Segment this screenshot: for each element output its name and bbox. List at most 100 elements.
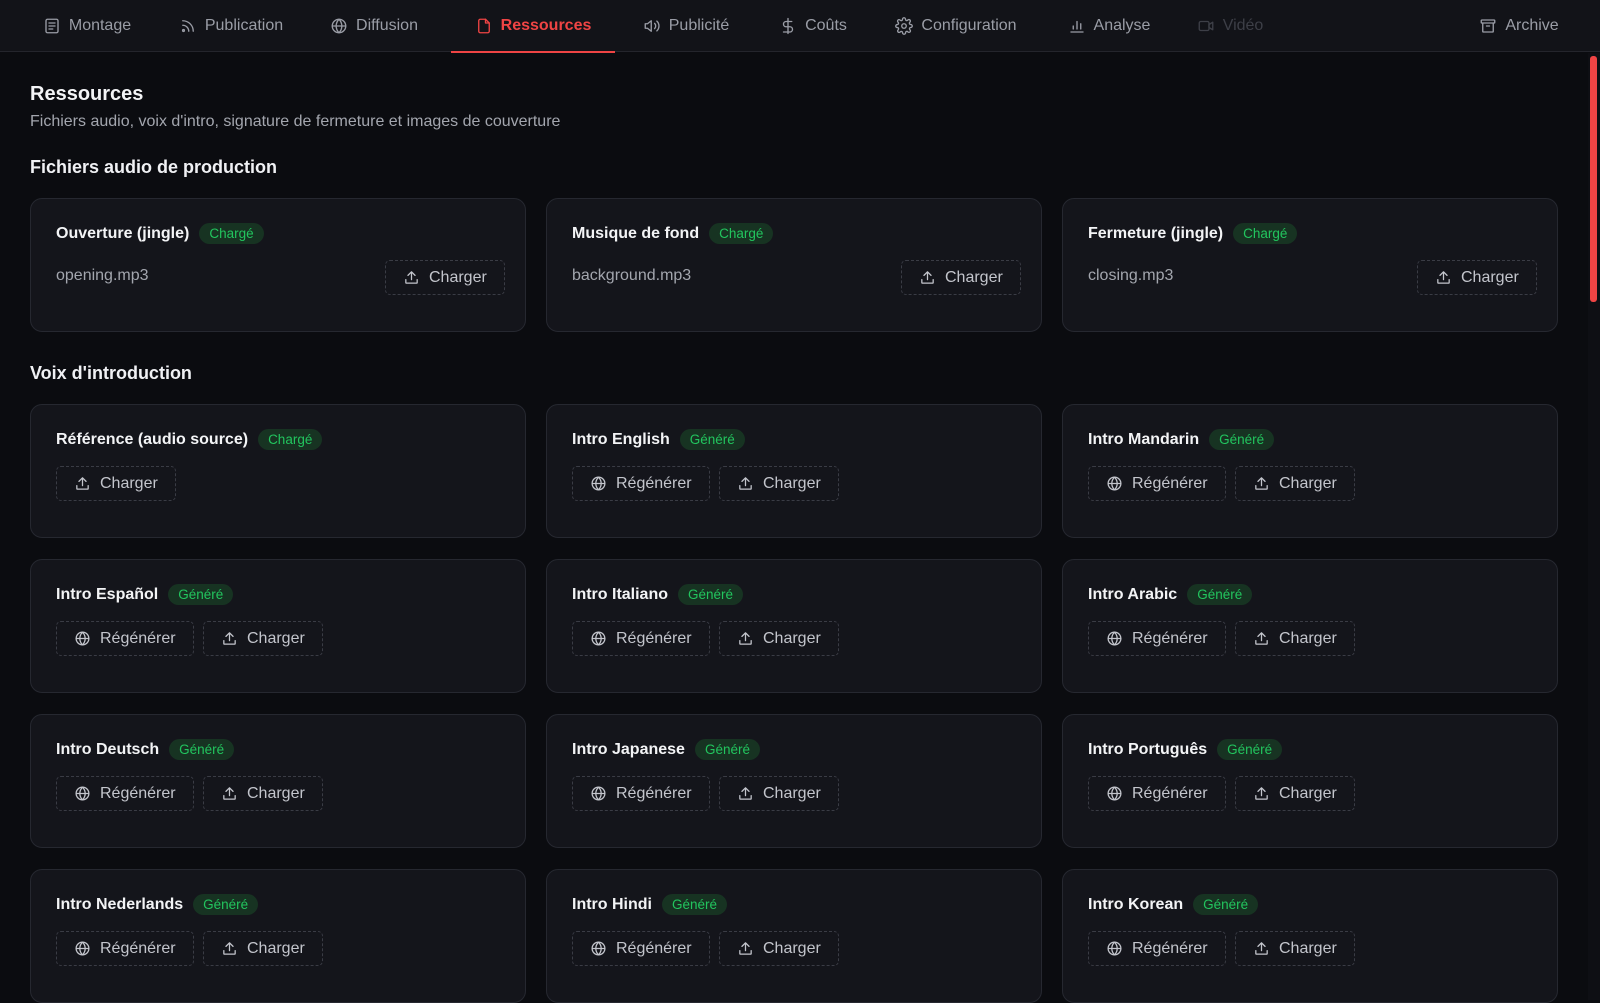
regenerate-button[interactable]: Régénérer [1088,776,1226,811]
button-label: Régénérer [100,629,176,647]
card-title: Intro Hindi [572,895,652,913]
upload-button[interactable]: Charger [1235,776,1355,811]
upload-button[interactable]: Charger [719,776,839,811]
upload-button[interactable]: Charger [719,931,839,966]
tab-label: Coûts [805,17,847,34]
card-header: Ouverture (jingle) Chargé [56,223,264,244]
globe-icon [1106,630,1123,647]
scrollbar-thumb[interactable] [1590,56,1597,302]
upload-button[interactable]: Charger [901,260,1021,295]
section-title-intros: Voix d'introduction [30,363,192,383]
globe-icon [1106,475,1123,492]
upload-icon [403,269,420,286]
page-subtitle: Fichiers audio, voix d'intro, signature … [30,113,561,130]
upload-button[interactable]: Charger [203,776,323,811]
intro-card: Intro Deutsch Généré Régénérer Charger [30,714,526,848]
card-title: Intro Italiano [572,585,668,603]
intro-card: Intro Nederlands Généré Régénérer Charger [30,869,526,1003]
intro-card: Intro Korean Généré Régénérer Charger [1062,869,1558,1003]
button-label: Régénérer [616,784,692,802]
status-badge: Généré [168,584,234,605]
tab-analyse[interactable]: Analyse [1066,0,1152,52]
tab-couts[interactable]: Coûts [778,0,848,52]
card-header: Intro Italiano Généré [572,584,744,605]
button-label: Charger [1279,474,1337,492]
button-label: Charger [1461,268,1519,286]
status-badge: Chargé [1233,223,1298,244]
tab-montage[interactable]: Montage [42,0,132,52]
intro-card: Intro Hindi Généré Régénérer Charger [546,869,1042,1003]
tab-publicite[interactable]: Publicité [640,0,732,52]
intro-card-reference: Référence (audio source) Chargé Charger [30,404,526,538]
button-label: Régénérer [1132,784,1208,802]
regenerate-button[interactable]: Régénérer [56,931,194,966]
tab-publication[interactable]: Publication [178,0,284,52]
button-label: Régénérer [1132,939,1208,957]
intro-card: Intro Mandarin Généré Régénérer Charger [1062,404,1558,538]
tab-diffusion[interactable]: Diffusion [328,0,420,52]
tab-configuration[interactable]: Configuration [892,0,1020,52]
globe-icon [590,940,607,957]
status-badge: Généré [1187,584,1253,605]
globe-icon [590,785,607,802]
card-header: Intro English Généré [572,429,745,450]
globe-icon [590,630,607,647]
regenerate-button[interactable]: Régénérer [1088,621,1226,656]
regenerate-button[interactable]: Régénérer [1088,931,1226,966]
card-header: Intro Japanese Généré [572,739,760,760]
card-header: Intro Korean Généré [1088,894,1259,915]
regenerate-button[interactable]: Régénérer [572,776,710,811]
button-label: Régénérer [1132,474,1208,492]
status-badge: Chargé [709,223,774,244]
card-title: Fermeture (jingle) [1088,224,1224,242]
upload-button[interactable]: Charger [203,931,323,966]
card-title: Intro Español [56,585,159,603]
asset-card-opening: Ouverture (jingle) Chargé opening.mp3 Ch… [30,198,526,332]
intro-card: Intro English Généré Régénérer Charger [546,404,1042,538]
card-title: Intro English [572,430,670,448]
tab-label: Ressources [500,17,592,34]
globe-icon [1106,785,1123,802]
button-label: Régénérer [1132,629,1208,647]
status-badge: Chargé [199,223,264,244]
archive-button[interactable]: Archive [1478,0,1560,52]
card-title: Intro Mandarin [1088,430,1200,448]
button-label: Charger [763,474,821,492]
button-label: Charger [100,474,158,492]
upload-button[interactable]: Charger [1417,260,1537,295]
globe-icon [1106,940,1123,957]
upload-button[interactable]: Charger [203,621,323,656]
dollar-icon [782,17,794,35]
intro-card: Intro Português Généré Régénérer Charger [1062,714,1558,848]
regenerate-button[interactable]: Régénérer [56,621,194,656]
file-name: opening.mp3 [56,267,149,284]
intro-card: Intro Español Généré Régénérer Charger [30,559,526,693]
regenerate-button[interactable]: Régénérer [56,776,194,811]
tab-label: Vidéo [1222,17,1264,34]
upload-button[interactable]: Charger [1235,466,1355,501]
tab-label: Analyse [1093,17,1151,34]
upload-button[interactable]: Charger [719,466,839,501]
tab-ressources[interactable]: Ressources [451,0,615,53]
upload-button[interactable]: Charger [56,466,176,501]
status-badge: Généré [193,894,259,915]
upload-button[interactable]: Charger [1235,621,1355,656]
tab-label: Publication [204,17,284,34]
upload-icon [737,940,754,957]
upload-button[interactable]: Charger [719,621,839,656]
card-header: Intro Mandarin Généré [1088,429,1275,450]
button-label: Charger [1279,939,1337,957]
status-badge: Généré [169,739,235,760]
intro-card: Intro Italiano Généré Régénérer Charger [546,559,1042,693]
upload-button[interactable]: Charger [385,260,505,295]
upload-icon [1253,475,1270,492]
asset-card-background: Musique de fond Chargé background.mp3 Ch… [546,198,1042,332]
regenerate-button[interactable]: Régénérer [572,466,710,501]
regenerate-button[interactable]: Régénérer [572,931,710,966]
upload-button[interactable]: Charger [1235,931,1355,966]
regenerate-button[interactable]: Régénérer [572,621,710,656]
button-label: Charger [945,268,1003,286]
upload-icon [737,630,754,647]
regenerate-button[interactable]: Régénérer [1088,466,1226,501]
status-badge: Généré [694,739,760,760]
